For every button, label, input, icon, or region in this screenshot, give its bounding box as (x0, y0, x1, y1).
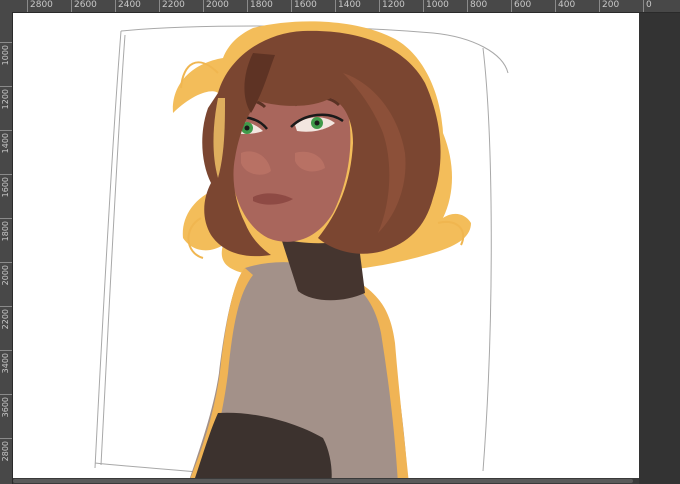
horizontal-scrollbar[interactable] (13, 478, 639, 484)
ruler-tick-label: 2000 (206, 0, 229, 10)
ruler-tick: 3400 (0, 350, 12, 391)
ruler-tick: 1800 (247, 0, 273, 12)
ruler-tick: 3600 (0, 394, 12, 435)
ruler-tick-label: 2600 (74, 0, 97, 10)
ruler-tick-label: 800 (470, 0, 488, 10)
horizontal-ruler: 2800 2600 2400 2200 2000 1800 1600 1400 1200 1000… (12, 0, 680, 13)
ruler-tick: 1600 (291, 0, 317, 12)
ruler-tick: 1000 (423, 0, 449, 12)
ruler-tick-label: 1800 (1, 221, 10, 242)
ruler-tick: 2000 (203, 0, 229, 12)
ruler-tick: 2800 (27, 0, 53, 12)
ruler-tick: 2800 (0, 438, 12, 479)
ruler-tick-label: 3400 (1, 353, 10, 374)
ruler-tick-label: 0 (646, 0, 652, 10)
ruler-tick: 800 (467, 0, 487, 12)
ruler-corner (0, 0, 12, 12)
ruler-tick: 1200 (0, 86, 12, 127)
ruler-tick: 2200 (0, 306, 12, 347)
ruler-tick: 1800 (0, 218, 12, 259)
ruler-tick-label: 600 (514, 0, 532, 10)
ruler-tick: 2400 (115, 0, 141, 12)
ruler-tick-label: 2200 (162, 0, 185, 10)
ruler-tick-label: 200 (602, 0, 620, 10)
ruler-tick: 2200 (159, 0, 185, 12)
ruler-tick-label: 1200 (1, 89, 10, 110)
vertical-ruler: 1000 1200 1400 1600 1800 2000 2200 3400 3600 2800 (0, 12, 13, 484)
scrollbar-thumb[interactable] (13, 479, 633, 483)
ruler-tick-label: 2000 (1, 265, 10, 286)
right-panel (639, 13, 680, 484)
ruler-tick: 1600 (0, 174, 12, 215)
ruler-tick-label: 1600 (294, 0, 317, 10)
ruler-tick: 1400 (0, 130, 12, 171)
ruler-tick-label: 1000 (426, 0, 449, 10)
ruler-tick-label: 1600 (1, 177, 10, 198)
ruler-tick: 2000 (0, 262, 12, 303)
ruler-tick: 1000 (0, 42, 12, 83)
ruler-tick: 2600 (71, 0, 97, 12)
ruler-tick-label: 2200 (1, 309, 10, 330)
ruler-tick-label: 2800 (1, 441, 10, 462)
ruler-tick-label: 1200 (382, 0, 405, 10)
ruler-tick: 0 (643, 0, 652, 12)
ruler-tick-label: 2400 (118, 0, 141, 10)
ruler-tick: 1200 (379, 0, 405, 12)
ruler-tick-label: 1800 (250, 0, 273, 10)
ruler-tick: 1400 (335, 0, 361, 12)
ruler-tick-label: 2800 (30, 0, 53, 10)
ruler-tick: 400 (555, 0, 575, 12)
ruler-tick: 600 (511, 0, 531, 12)
ruler-tick-label: 1400 (1, 133, 10, 154)
ruler-tick-label: 3600 (1, 397, 10, 418)
ruler-tick-label: 400 (558, 0, 576, 10)
ruler-tick-label: 1400 (338, 0, 361, 10)
artwork (94, 21, 509, 484)
ruler-tick: 200 (599, 0, 619, 12)
ruler-tick-label: 1000 (1, 45, 10, 66)
canvas-viewport[interactable] (13, 13, 639, 484)
